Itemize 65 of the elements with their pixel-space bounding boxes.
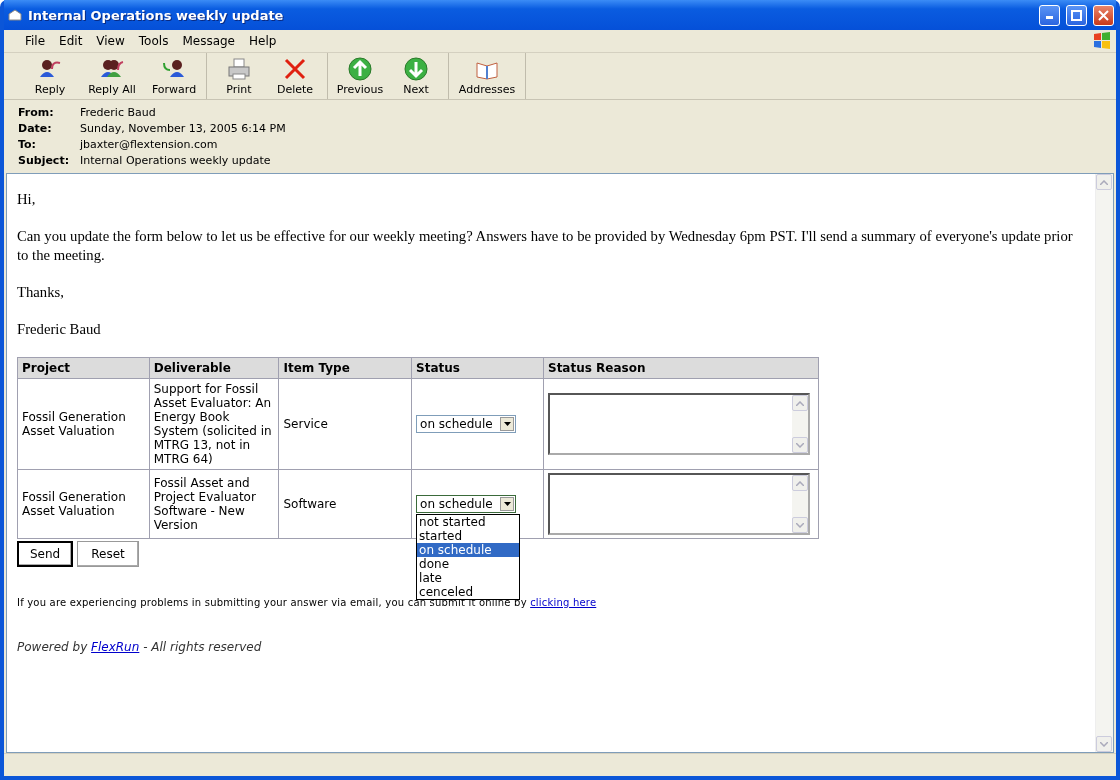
message-paragraph: Frederic Baud — [17, 320, 102, 339]
toolbar-button[interactable]: Previous — [332, 53, 388, 99]
message-paragraph: Can you update the form below to let us be effective for our weekly meeting? Answers have to be provided by Wednesday 6pm PST. I'll send a summary of everyone's update prior to the meeting. — [17, 227, 1074, 265]
toolbar-button[interactable]: Addresses — [453, 53, 521, 99]
reason-field[interactable] — [548, 473, 810, 535]
scroll-up-icon — [796, 480, 804, 486]
help-link[interactable]: clicking here — [530, 597, 597, 608]
header-label: Date: — [18, 122, 53, 135]
project-cell: Fossil Generation Asset Valuation — [17, 469, 150, 539]
form-button[interactable]: Reset — [77, 541, 139, 567]
maximize-button[interactable] — [1066, 4, 1087, 26]
menu-item[interactable]: Tools — [131, 34, 176, 48]
scroll-down-icon — [796, 522, 804, 528]
caret-icon — [503, 422, 511, 426]
dropdown-option[interactable]: on schedule — [417, 543, 520, 557]
toolbar-button[interactable]: Next — [388, 53, 444, 99]
menu-item[interactable]: Edit — [52, 34, 90, 48]
header-label: To: — [18, 138, 37, 151]
project-cell: Fossil Generation Asset Valuation — [17, 378, 150, 470]
scrollbar[interactable] — [1095, 174, 1113, 752]
column-header: Status Reason — [543, 357, 819, 379]
printer-icon — [227, 56, 251, 81]
flexrun-link[interactable]: FlexRun — [91, 640, 140, 654]
scroll-down-icon — [1100, 741, 1108, 747]
column-header: Item Type — [278, 357, 412, 379]
close-icon — [1098, 9, 1109, 21]
windows-logo-icon — [1092, 31, 1112, 51]
deliverable-cell: Fossil Asset and Project Evaluator Software - New Version — [149, 469, 279, 539]
column-header: Status — [411, 357, 544, 379]
header-value: Frederic Baud — [80, 106, 157, 119]
message-paragraph: Thanks, — [17, 283, 65, 302]
header-value: jbaxter@flextension.com — [80, 138, 219, 151]
toolbar-button[interactable]: Delete — [267, 53, 323, 99]
caret-icon — [503, 502, 511, 506]
column-header: Project — [17, 357, 150, 379]
toolbar-button[interactable]: Reply All — [78, 53, 146, 99]
toolbar-button[interactable]: Forward — [146, 53, 202, 99]
status-dropdown[interactable]: on schedule — [416, 495, 517, 513]
item-type-cell: Service — [278, 378, 412, 470]
menu-item[interactable]: File — [18, 34, 53, 48]
menu-item[interactable]: Message — [175, 34, 242, 48]
scroll-up-icon — [796, 400, 804, 406]
menu-item[interactable]: Help — [242, 34, 284, 48]
item-type-cell: Software — [278, 469, 412, 539]
minimize-button[interactable] — [1039, 4, 1060, 26]
message-paragraph: Hi, — [17, 190, 37, 209]
menu-item[interactable]: View — [89, 34, 132, 48]
form-button[interactable]: Send — [17, 541, 73, 567]
scroll-down-icon — [796, 442, 804, 448]
deliverable-cell: Support for Fossil Asset Evaluator: An Energy Book System (solicited in MTRG 13, not in MTRG 64) — [149, 378, 279, 470]
status-dropdown[interactable]: on schedule — [416, 415, 517, 433]
toolbar-button[interactable]: Print — [211, 53, 267, 99]
column-header: Deliverable — [149, 357, 279, 379]
maximize-icon — [1071, 9, 1082, 21]
header-label: Subject: — [18, 154, 71, 167]
reason-field[interactable] — [548, 393, 810, 455]
header-label: From: — [18, 106, 55, 119]
delete-icon — [283, 56, 307, 81]
header-value: Internal Operations weekly update — [80, 154, 272, 167]
toolbar-button[interactable]: Reply — [22, 53, 78, 99]
close-button[interactable] — [1093, 4, 1114, 26]
scroll-up-icon — [1100, 179, 1108, 185]
window-title: Internal Operations weekly update — [28, 7, 285, 23]
footer-text: Powered by FlexRun - All rights reserved — [17, 640, 263, 654]
header-value: Sunday, November 13, 2005 6:14 PM — [80, 122, 287, 135]
